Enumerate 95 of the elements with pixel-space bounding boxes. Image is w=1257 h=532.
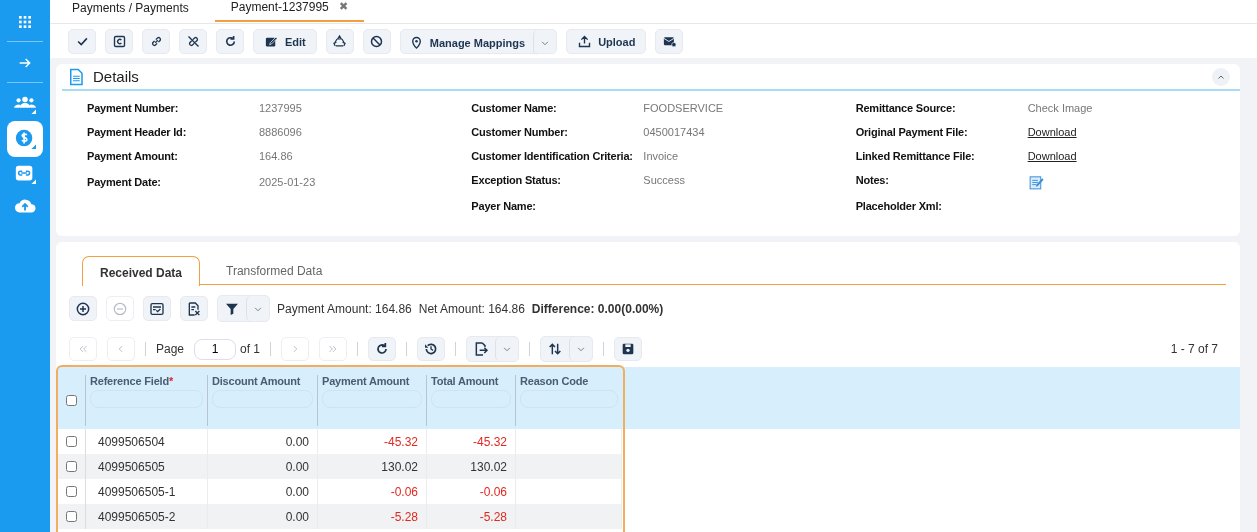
field-label: Payer Name:: [471, 200, 537, 212]
table-cell: 0.00: [285, 434, 309, 449]
grid-icon: [17, 14, 33, 30]
download-link[interactable]: Download: [1027, 150, 1077, 162]
mail-icon: [661, 34, 677, 49]
checklist-icon: [149, 300, 165, 317]
sidebar-item[interactable]: [7, 121, 43, 157]
field-label: Payment Header Id:: [87, 126, 188, 138]
field-label: Payment Amount:: [87, 150, 179, 162]
toolbar-button[interactable]: [655, 29, 684, 54]
field-value: 1237995: [259, 102, 302, 114]
toolbar-button[interactable]: [417, 337, 446, 361]
sort-icon: [547, 341, 564, 357]
field-label: Customer Number:: [471, 126, 569, 138]
toolbar-button[interactable]: Upload: [566, 29, 647, 54]
table-cell: -0.06: [479, 484, 507, 499]
link-icon: [14, 163, 36, 185]
field-label: Remittance Source:: [855, 102, 957, 114]
column-header[interactable]: Payment Amount: [322, 375, 422, 387]
table-cell: 4099506505: [98, 459, 165, 474]
table-cell: -45.32: [472, 434, 507, 449]
table-cell: 0.00: [285, 509, 309, 524]
table-cell: -5.28: [390, 509, 418, 524]
field-value: Success: [643, 174, 685, 186]
tab[interactable]: Payments / Payments: [62, 0, 199, 22]
export-icon: [473, 341, 490, 357]
summary-text: Difference: 0.00(0.00%): [531, 301, 664, 316]
page-label: Page: [156, 342, 185, 356]
tab[interactable]: Transformed Data: [214, 256, 335, 284]
column-header[interactable]: Reference Field*: [90, 375, 203, 387]
remove-icon: [112, 300, 128, 317]
column-header[interactable]: Total Amount: [431, 375, 511, 387]
toolbar-button[interactable]: [180, 296, 208, 321]
toolbar-button[interactable]: [105, 29, 133, 54]
toolbar-button[interactable]: [216, 29, 244, 54]
toolbar-button[interactable]: [325, 29, 354, 54]
checkbox[interactable]: [66, 436, 77, 447]
tab[interactable]: Payment-1237995 ✖: [214, 0, 364, 22]
checkbox[interactable]: [66, 486, 77, 497]
summary-text: Payment Amount: 164.86: [277, 301, 412, 316]
table-cell: 0.00: [285, 484, 309, 499]
toolbar-button[interactable]: [142, 29, 170, 54]
field-label: Linked Remittance File:: [855, 150, 976, 162]
field-label: Customer Name:: [471, 102, 558, 114]
unlink-icon: [185, 34, 201, 49]
panel-title: Details: [93, 68, 139, 85]
table-cell: -0.06: [390, 484, 418, 499]
table-cell: 4099506505-1: [98, 484, 176, 499]
field-label: Customer Identification Criteria:: [471, 150, 634, 162]
tab[interactable]: Received Data: [82, 255, 201, 286]
column-header[interactable]: Reason Code: [520, 375, 618, 387]
toolbar-button[interactable]: [143, 296, 171, 321]
field-value: 8886096: [259, 126, 302, 138]
field-label: Exception Status:: [471, 174, 562, 186]
notes-icon: [1027, 174, 1045, 191]
dollar-icon: [14, 128, 36, 150]
field-label: Payment Date:: [87, 176, 162, 188]
toolbar-button[interactable]: [614, 337, 643, 361]
history-icon: [423, 341, 440, 357]
table-cell: 4099506505-2: [98, 509, 176, 524]
record-range: 1 - 7 of 7: [1170, 342, 1218, 356]
checkbox[interactable]: [66, 511, 77, 522]
checkbox[interactable]: [66, 395, 77, 406]
page-count: of 1: [240, 342, 261, 356]
copyright-icon: [111, 34, 127, 49]
document-cross-icon: [186, 300, 202, 317]
toolbar-button[interactable]: [368, 337, 397, 361]
table-cell: 130.02: [470, 459, 507, 474]
table-cell: 130.02: [381, 459, 418, 474]
field-value: 164.86: [259, 150, 293, 162]
toolbar-button[interactable]: [69, 296, 97, 321]
add-icon: [75, 300, 91, 317]
toolbar-button[interactable]: [68, 29, 96, 54]
table-cell: 4099506504: [98, 434, 165, 449]
field-label: Original Payment File:: [855, 126, 969, 138]
table-cell: -5.28: [479, 509, 507, 524]
table-cell: -45.32: [383, 434, 418, 449]
close-icon[interactable]: ✖: [338, 0, 348, 13]
toolbar-button[interactable]: [362, 29, 391, 54]
document-icon: [67, 67, 85, 86]
field-label: Notes:: [855, 174, 890, 186]
edit-icon: [264, 34, 279, 49]
table-cell: 0.00: [285, 459, 309, 474]
upload-icon: [577, 34, 593, 49]
field-value: Invoice: [643, 150, 679, 162]
field-label: Payment Number:: [87, 102, 180, 114]
toolbar-button[interactable]: [179, 29, 207, 54]
page-input[interactable]: 1: [194, 338, 237, 360]
field-label: Placeholder Xml:: [855, 200, 943, 212]
toolbar-button[interactable]: Edit: [253, 29, 317, 54]
checkbox[interactable]: [66, 461, 77, 472]
download-link[interactable]: Download: [1027, 126, 1077, 138]
ban-icon: [369, 34, 385, 49]
column-header[interactable]: Discount Amount: [212, 375, 313, 387]
summary-text: Net Amount: 164.86: [418, 301, 525, 316]
